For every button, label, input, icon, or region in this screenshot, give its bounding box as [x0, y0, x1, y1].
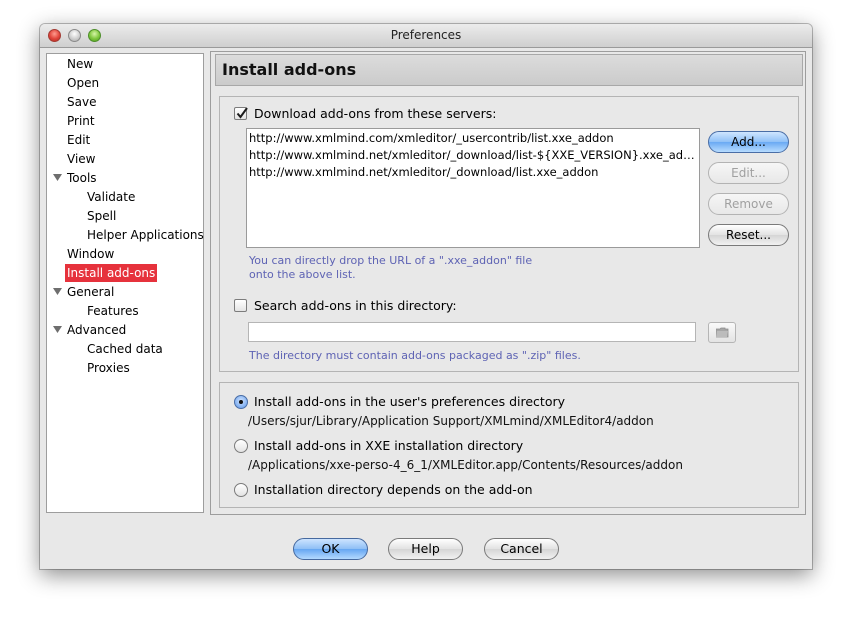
tree-item-open[interactable]: Open: [67, 74, 99, 92]
list-item[interactable]: http://www.xmlmind.com/xmleditor/_userco…: [249, 130, 697, 146]
tree-item-general[interactable]: General: [67, 283, 114, 301]
directory-field[interactable]: [248, 322, 696, 342]
tree-item-print[interactable]: Print: [67, 112, 95, 130]
drop-url-hint-line1: You can directly drop the URL of a ".xxe…: [249, 254, 533, 267]
radio-depends-on-add-on[interactable]: [234, 483, 248, 497]
install-location-group: Install add-ons in the user's preference…: [219, 382, 799, 508]
help-button[interactable]: Help: [388, 538, 463, 560]
tree-item-features[interactable]: Features: [87, 302, 139, 320]
user-preferences-dir-path: /Users/sjur/Library/Application Support/…: [248, 414, 654, 428]
tree-item-proxies[interactable]: Proxies: [87, 359, 130, 377]
tree-item-new[interactable]: New: [67, 55, 93, 73]
server-list[interactable]: http://www.xmlmind.com/xmleditor/_userco…: [246, 128, 700, 248]
tree-item-advanced[interactable]: Advanced: [67, 321, 126, 339]
tree-item-install-add-ons[interactable]: Install add-ons: [65, 264, 158, 282]
tree-item-validate[interactable]: Validate: [87, 188, 135, 206]
edit-server-button[interactable]: Edit...: [708, 162, 789, 184]
tree-item-tools[interactable]: Tools: [67, 169, 97, 187]
depends-on-add-on-label: Installation directory depends on the ad…: [254, 482, 533, 497]
tree-item-helper-applications[interactable]: Helper Applications: [87, 226, 204, 244]
list-item[interactable]: http://www.xmlmind.net/xmleditor/_downlo…: [249, 147, 697, 163]
xxe-installation-dir-path: /Applications/xxe-perso-4_6_1/XMLEditor.…: [248, 458, 683, 472]
ok-button[interactable]: OK: [293, 538, 368, 560]
expanded-triangle-icon[interactable]: [53, 283, 63, 301]
checkmark-icon: [236, 107, 248, 119]
radio-xxe-installation-dir[interactable]: [234, 439, 248, 453]
tree-item-cached-data[interactable]: Cached data: [87, 340, 163, 358]
zip-directory-hint: The directory must contain add-ons packa…: [249, 349, 581, 362]
drop-url-hint-line2: onto the above list.: [249, 268, 356, 281]
servers-group: Download add-ons from these servers: htt…: [219, 96, 799, 372]
title-bar[interactable]: Preferences: [40, 24, 812, 48]
radio-user-preferences-dir[interactable]: [234, 395, 248, 409]
tree-item-spell[interactable]: Spell: [87, 207, 116, 225]
dialog-button-bar: OK Help Cancel: [40, 518, 812, 569]
tree-item-edit[interactable]: Edit: [67, 131, 90, 149]
download-servers-checkbox[interactable]: [234, 107, 248, 120]
panel-header: Install add-ons: [215, 54, 803, 86]
cancel-button[interactable]: Cancel: [484, 538, 559, 560]
panel-title: Install add-ons: [222, 60, 357, 79]
window-title: Preferences: [390, 28, 462, 42]
add-server-button[interactable]: Add...: [708, 131, 789, 153]
xxe-installation-dir-label: Install add-ons in XXE installation dire…: [254, 438, 524, 453]
search-directory-checkbox[interactable]: [234, 299, 247, 312]
folder-icon: [716, 327, 729, 338]
remove-server-button[interactable]: Remove: [708, 193, 789, 215]
tree-item-window[interactable]: Window: [67, 245, 114, 263]
tree-item-save[interactable]: Save: [67, 93, 96, 111]
reset-servers-button[interactable]: Reset...: [708, 224, 789, 246]
download-servers-label: Download add-ons from these servers:: [254, 106, 497, 121]
preferences-tree[interactable]: New Open Save Print Edit View Tools Vali…: [46, 53, 204, 513]
preferences-window: Preferences New Open Save Print Edit Vie…: [40, 24, 812, 569]
user-preferences-dir-label: Install add-ons in the user's preference…: [254, 394, 565, 409]
browse-directory-button[interactable]: [708, 322, 736, 343]
expanded-triangle-icon[interactable]: [53, 169, 63, 187]
tree-item-view[interactable]: View: [67, 150, 95, 168]
search-directory-label: Search add-ons in this directory:: [254, 298, 457, 313]
list-item[interactable]: http://www.xmlmind.net/xmleditor/_downlo…: [249, 164, 697, 180]
install-add-ons-panel: Install add-ons Download add-ons from th…: [210, 51, 806, 515]
expanded-triangle-icon[interactable]: [53, 321, 63, 339]
